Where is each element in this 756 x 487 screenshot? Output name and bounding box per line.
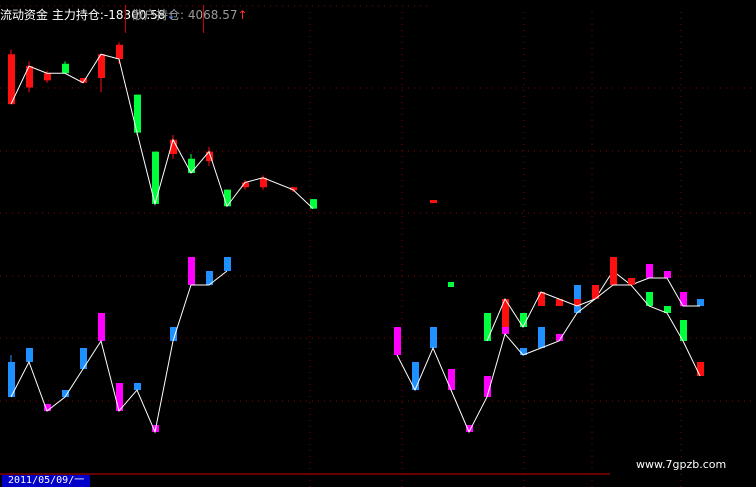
main-force-candle — [520, 313, 527, 327]
chart-canvas[interactable] — [0, 0, 756, 487]
main-force-candle — [628, 278, 635, 285]
retail-candle — [224, 257, 231, 271]
retail-candle — [646, 264, 653, 278]
retail-candle — [697, 299, 704, 306]
main-force-candle — [538, 292, 545, 306]
header-divider — [125, 5, 126, 33]
retail-candle — [80, 348, 87, 369]
date-label: 2011/05/09/一 — [2, 475, 91, 487]
retail-candle — [134, 383, 141, 390]
retail-candle — [680, 292, 687, 306]
retail-candle — [98, 313, 105, 341]
chart-marks — [8, 42, 704, 434]
up-arrow-icon: ↑ — [237, 8, 248, 22]
retail-candle — [538, 327, 545, 348]
retail-candle — [448, 369, 455, 390]
header-divider-2 — [203, 5, 204, 33]
main-force-line — [10, 53, 314, 209]
main-force-candle — [188, 158, 195, 173]
main-force-label: 流动资金 主力持仓: — [0, 8, 104, 22]
main-force-candle — [448, 282, 454, 287]
grid-lines — [0, 5, 756, 487]
retail-candle — [26, 348, 33, 362]
retail-candle — [664, 271, 671, 278]
retail-candle — [430, 327, 437, 348]
main-force-candle — [430, 200, 437, 203]
main-force-candle — [62, 63, 69, 74]
main-force-candle — [697, 362, 704, 376]
main-force-candle — [224, 189, 231, 207]
main-force-candle — [484, 313, 491, 341]
watermark: www.7gpzb.com — [636, 458, 727, 471]
main-force-candle — [44, 73, 51, 81]
retail-header: 散户持仓: 4068.57↑ — [132, 8, 248, 22]
retail-value: 4068.57 — [187, 8, 238, 22]
main-force-candle — [8, 54, 15, 105]
main-force-candle — [610, 257, 617, 285]
retail-candle — [394, 327, 401, 355]
retail-label: 散户持仓: — [132, 8, 185, 22]
main-force-candle — [116, 44, 123, 59]
main-force-candle — [134, 94, 141, 133]
retail-candle — [188, 257, 195, 285]
